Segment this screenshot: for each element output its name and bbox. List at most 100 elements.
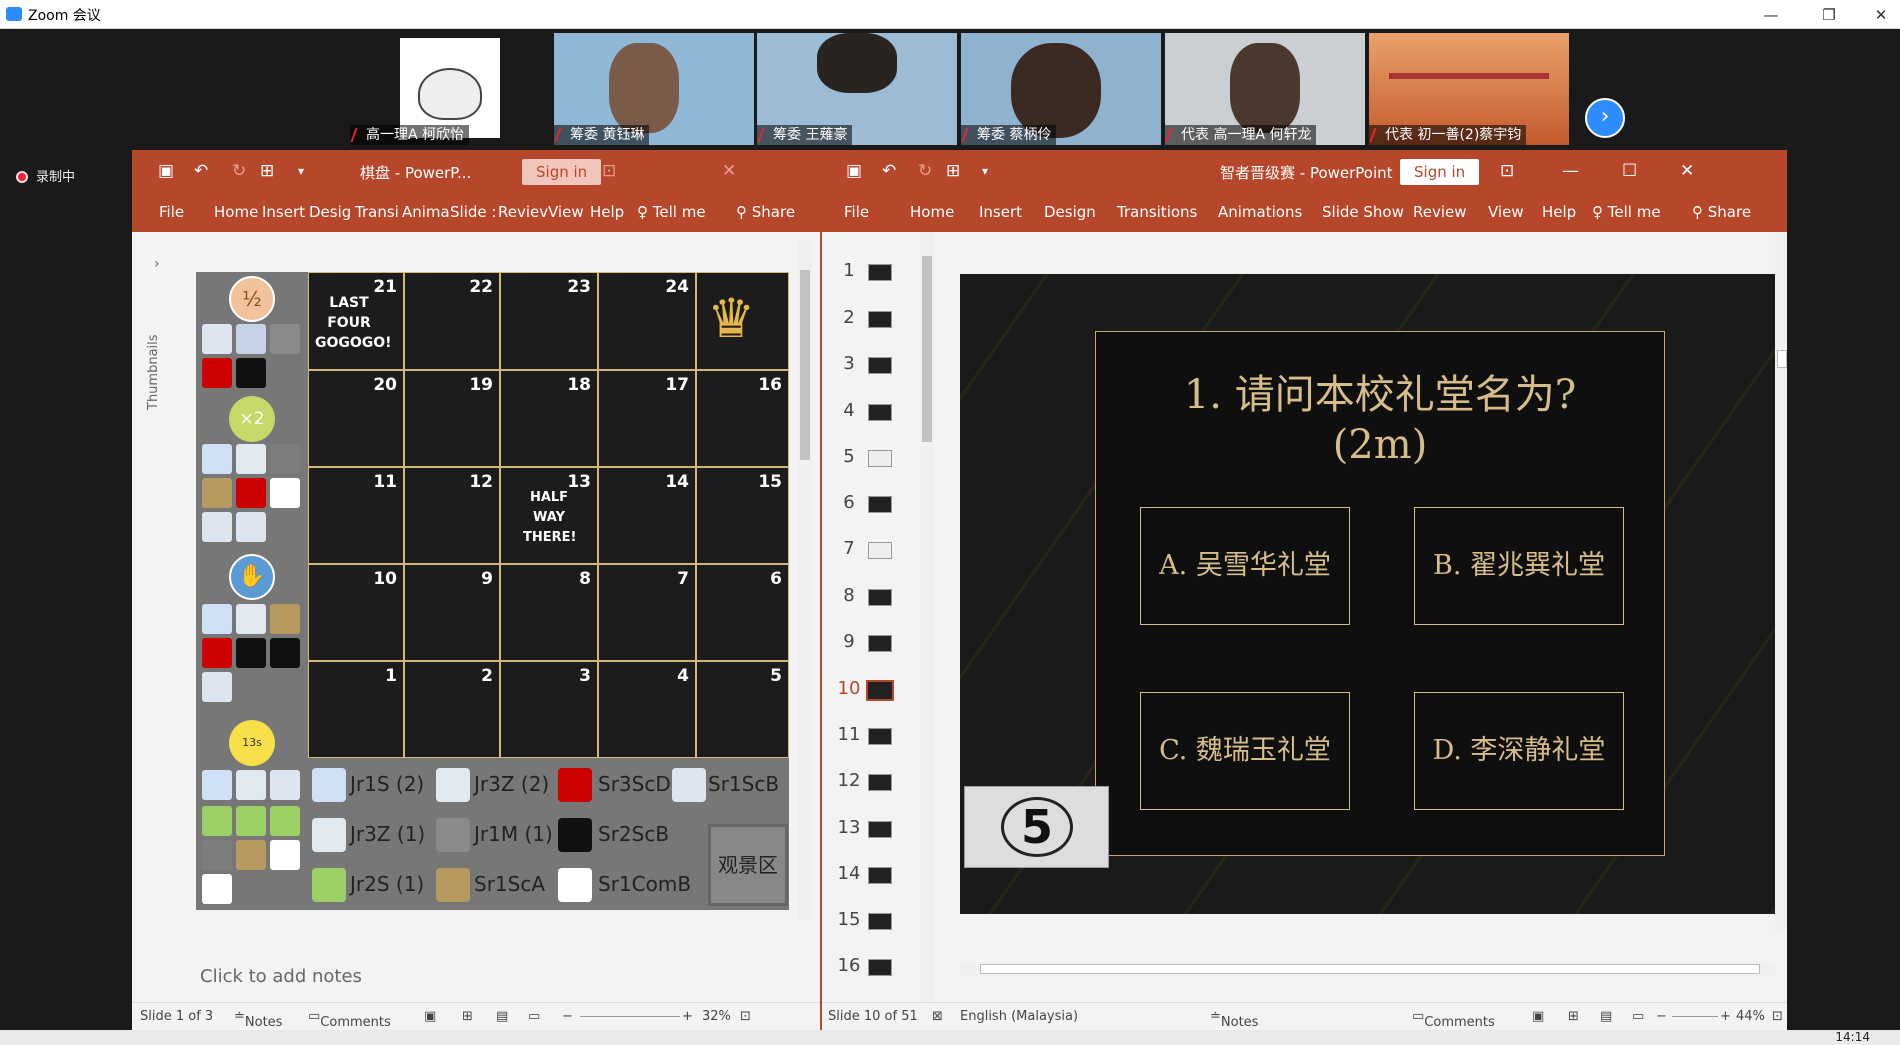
participant-tile[interactable]: 高一理A 柯欣怡	[350, 33, 550, 145]
slide-thumbnail[interactable]	[868, 264, 892, 281]
close-icon[interactable]: ✕	[722, 160, 736, 182]
reading-view-icon[interactable]: ▤	[496, 1009, 508, 1024]
horizontal-scrollbar[interactable]	[960, 962, 1775, 976]
tab-transitions[interactable]: Transitions	[1117, 203, 1197, 221]
tab-help[interactable]: Help	[590, 203, 624, 221]
comments-button[interactable]: ▭ Comments	[1412, 1009, 1495, 1030]
slide-thumbnail[interactable]	[868, 404, 892, 421]
undo-icon[interactable]: ↶	[882, 160, 896, 182]
slide-thumbnail[interactable]	[868, 728, 892, 745]
slide-thumbnail[interactable]	[868, 496, 892, 513]
tab-tell-me[interactable]: ♀ Tell me	[637, 203, 706, 221]
scroll-thumb[interactable]	[922, 256, 932, 442]
participant-tile[interactable]: 筹委 王薙豪	[757, 33, 957, 145]
thumbnail-scrollbar[interactable]	[920, 232, 934, 1002]
fit-slide-icon[interactable]: ⊡	[740, 1009, 751, 1024]
tab-insert[interactable]: Insert	[262, 203, 305, 221]
slide-thumbnail-active[interactable]	[866, 680, 894, 701]
customize-toolbar-icon[interactable]: ▾	[982, 160, 988, 182]
participant-tile[interactable]: 筹委 蔡柄伶	[961, 33, 1161, 145]
ribbon-display-icon[interactable]: ⊡	[1500, 160, 1514, 182]
slide-number[interactable]: 2	[836, 307, 862, 328]
tab-share[interactable]: ⚲ Share	[736, 203, 795, 221]
tab-review[interactable]: Reviev	[498, 203, 548, 221]
tab-design[interactable]: Desig	[309, 203, 351, 221]
slide-thumbnail[interactable]	[868, 450, 892, 467]
close-button[interactable]: ✕	[1866, 3, 1896, 27]
slide-number[interactable]: 14	[836, 863, 862, 884]
tab-help[interactable]: Help	[1542, 203, 1576, 221]
zoom-level[interactable]: 32%	[702, 1009, 731, 1024]
sign-in-button[interactable]: Sign in	[1400, 159, 1480, 185]
zoom-slider[interactable]	[1672, 1016, 1718, 1017]
start-from-beginning-icon[interactable]: ⊞	[946, 160, 960, 182]
vertical-scrollbar[interactable]	[798, 240, 812, 920]
slide-number-active[interactable]: 10	[836, 678, 862, 699]
slide-thumbnail[interactable]	[868, 959, 892, 976]
customize-toolbar-icon[interactable]: ▾	[298, 160, 304, 182]
slideshow-icon[interactable]: ▭	[1632, 1009, 1644, 1024]
tab-animations[interactable]: Animations	[1218, 203, 1302, 221]
answer-option-b[interactable]: B. 翟兆巽礼堂	[1414, 507, 1624, 625]
notes-button[interactable]: ≐ Notes	[234, 1009, 282, 1030]
redo-icon[interactable]: ↻	[918, 160, 932, 182]
maximize-icon[interactable]: ☐	[1622, 160, 1637, 182]
scroll-thumb[interactable]	[980, 964, 1760, 974]
slide-number[interactable]: 5	[836, 446, 862, 467]
tab-home[interactable]: Home	[910, 203, 954, 221]
tab-view[interactable]: View	[1488, 203, 1524, 221]
close-icon[interactable]: ✕	[1680, 160, 1694, 182]
tab-slide-show[interactable]: Slide Show	[1322, 203, 1404, 221]
zoom-out-button[interactable]: −	[562, 1009, 573, 1024]
save-icon[interactable]: ▣	[846, 160, 862, 182]
tab-transitions[interactable]: Transi	[355, 203, 399, 221]
reading-view-icon[interactable]: ▤	[1600, 1009, 1612, 1024]
slide-number[interactable]: 6	[836, 492, 862, 513]
zoom-in-button[interactable]: +	[1720, 1009, 1731, 1024]
notes-button[interactable]: ≐ Notes	[1210, 1009, 1258, 1030]
tab-view[interactable]: View	[548, 203, 584, 221]
slide-number[interactable]: 11	[836, 724, 862, 745]
slide-thumbnail[interactable]	[868, 913, 892, 930]
tab-insert[interactable]: Insert	[979, 203, 1022, 221]
slide-number[interactable]: 4	[836, 400, 862, 421]
participant-tile[interactable]: 筹委 黄钰琳	[554, 33, 754, 145]
slide-number[interactable]: 9	[836, 631, 862, 652]
maximize-button[interactable]: ❐	[1814, 3, 1844, 27]
fit-slide-icon[interactable]: ⊡	[1772, 1009, 1783, 1024]
zoom-out-button[interactable]: −	[1656, 1009, 1667, 1024]
normal-view-icon[interactable]: ▣	[424, 1009, 436, 1024]
answer-option-a[interactable]: A. 吴雪华礼堂	[1140, 507, 1350, 625]
slide-number[interactable]: 15	[836, 909, 862, 930]
tab-file[interactable]: File	[844, 203, 869, 221]
participant-tile[interactable]: 代表 初一善(2)蔡宇钧	[1369, 33, 1569, 145]
start-from-beginning-icon[interactable]: ⊞	[260, 160, 274, 182]
next-page-button[interactable]: ›	[1585, 98, 1625, 138]
expand-chevron-icon[interactable]: ›	[154, 256, 160, 272]
sign-in-button[interactable]: Sign in	[522, 159, 602, 185]
language-indicator[interactable]: English (Malaysia)	[960, 1009, 1078, 1024]
slide-number[interactable]: 12	[836, 770, 862, 791]
slide-thumbnail[interactable]	[868, 589, 892, 606]
scroll-thumb[interactable]	[800, 270, 810, 460]
save-icon[interactable]: ▣	[158, 160, 174, 182]
slide-sorter-icon[interactable]: ⊞	[462, 1009, 473, 1024]
slide-thumbnail[interactable]	[868, 867, 892, 884]
answer-option-c[interactable]: C. 魏瑞玉礼堂	[1140, 692, 1350, 810]
zoom-in-button[interactable]: +	[682, 1009, 693, 1024]
slide-number[interactable]: 16	[836, 955, 862, 976]
zoom-level[interactable]: 44%	[1736, 1009, 1765, 1024]
slide-number[interactable]: 13	[836, 817, 862, 838]
slide-number[interactable]: 7	[836, 538, 862, 559]
scroll-thumb[interactable]	[1777, 350, 1787, 368]
tab-file[interactable]: File	[159, 203, 184, 221]
ribbon-display-icon[interactable]: ⊡	[602, 160, 616, 182]
tab-design[interactable]: Design	[1044, 203, 1096, 221]
tab-share[interactable]: ⚲ Share	[1692, 203, 1751, 221]
normal-view-icon[interactable]: ▣	[1532, 1009, 1544, 1024]
minimize-icon[interactable]: —	[1562, 160, 1579, 182]
slide-number[interactable]: 1	[836, 260, 862, 281]
notes-placeholder[interactable]: Click to add notes	[200, 966, 362, 987]
tab-review[interactable]: Review	[1413, 203, 1467, 221]
tab-home[interactable]: Home	[214, 203, 258, 221]
